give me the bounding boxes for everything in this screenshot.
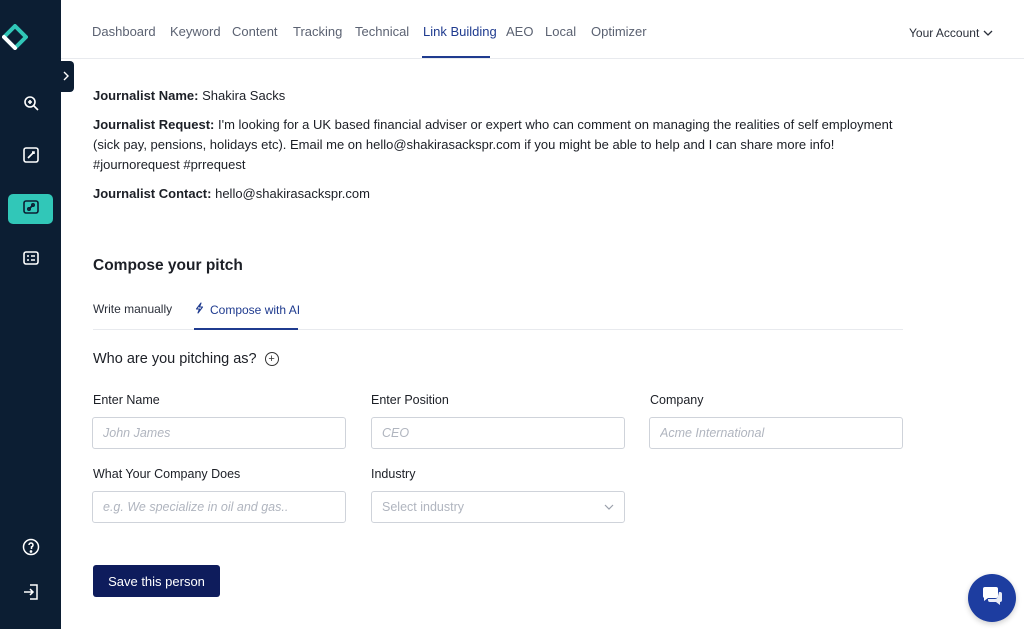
- link-icon: [22, 198, 40, 221]
- sidebar-item-list[interactable]: [8, 245, 53, 275]
- position-label: Enter Position: [371, 393, 449, 407]
- sidebar-item-content[interactable]: [8, 142, 53, 172]
- name-label: Enter Name: [93, 393, 160, 407]
- sidebar: [0, 0, 61, 629]
- journalist-contact-row: Journalist Contact: hello@shakirasackspr…: [93, 184, 370, 204]
- chat-icon: [981, 586, 1003, 611]
- position-input[interactable]: [371, 417, 625, 449]
- pitching-as-heading: Who are you pitching as? +: [93, 351, 279, 367]
- company-input[interactable]: [649, 417, 903, 449]
- name-input[interactable]: [92, 417, 346, 449]
- journalist-contact-label: Journalist Contact:: [93, 186, 212, 201]
- sidebar-item-link-building[interactable]: [8, 194, 53, 224]
- tab-keyword[interactable]: Keyword: [170, 24, 221, 39]
- journalist-name: Shakira Sacks: [202, 88, 286, 103]
- tab-aeo[interactable]: AEO: [506, 24, 533, 39]
- sidebar-expand-button[interactable]: [58, 61, 74, 92]
- sidebar-logout[interactable]: [8, 579, 53, 609]
- chevron-down-icon: [983, 26, 993, 40]
- journalist-request-row: Journalist Request: I'm looking for a UK…: [93, 115, 903, 175]
- tab-technical[interactable]: Technical: [355, 24, 409, 39]
- chevron-right-icon: [62, 68, 70, 86]
- tab-dashboard[interactable]: Dashboard: [92, 24, 156, 39]
- pitching-as-label: Who are you pitching as?: [93, 351, 257, 367]
- active-subtab-indicator: [194, 328, 298, 330]
- compose-with-ai-label: Compose with AI: [210, 302, 301, 317]
- company-label: Company: [650, 393, 704, 407]
- journalist-name-label: Journalist Name:: [93, 88, 199, 103]
- add-person-icon[interactable]: +: [264, 352, 279, 366]
- logout-icon: [22, 583, 40, 606]
- company-does-input[interactable]: [92, 491, 346, 523]
- journalist-contact: hello@shakirasackspr.com: [215, 186, 370, 201]
- compose-title: Compose your pitch: [93, 257, 243, 274]
- top-navigation: Dashboard Keyword Content Tracking Techn…: [61, 0, 1024, 59]
- tab-write-manually[interactable]: Write manually: [93, 302, 172, 316]
- industry-select-value: Select industry: [382, 500, 464, 514]
- account-label: Your Account: [909, 26, 980, 40]
- industry-label: Industry: [371, 467, 416, 481]
- sidebar-help[interactable]: [8, 534, 53, 564]
- keyword-research-icon: [22, 94, 40, 117]
- account-menu[interactable]: Your Account: [909, 26, 993, 40]
- tab-tracking[interactable]: Tracking: [293, 24, 342, 39]
- active-tab-indicator: [422, 56, 490, 58]
- sidebar-item-keyword[interactable]: [8, 90, 53, 120]
- lightning-icon: [195, 302, 204, 317]
- help-icon: [22, 538, 40, 561]
- chat-widget-button[interactable]: [968, 574, 1016, 622]
- list-card-icon: [22, 249, 40, 272]
- tab-link-building[interactable]: Link Building: [423, 24, 497, 39]
- content-edit-icon: [22, 146, 40, 169]
- company-does-label: What Your Company Does: [93, 467, 241, 481]
- tab-compose-with-ai[interactable]: Compose with AI: [195, 302, 300, 317]
- tab-content[interactable]: Content: [232, 24, 278, 39]
- journalist-name-row: Journalist Name: Shakira Sacks: [93, 86, 285, 106]
- tab-local[interactable]: Local: [545, 24, 576, 39]
- write-manually-label: Write manually: [93, 302, 173, 316]
- save-person-button[interactable]: Save this person: [93, 565, 220, 597]
- chevron-down-icon: [604, 498, 614, 516]
- journalist-request-label: Journalist Request:: [93, 117, 215, 132]
- industry-select[interactable]: Select industry: [371, 491, 625, 523]
- tab-optimizer[interactable]: Optimizer: [591, 24, 647, 39]
- brand-logo-icon[interactable]: [2, 24, 28, 50]
